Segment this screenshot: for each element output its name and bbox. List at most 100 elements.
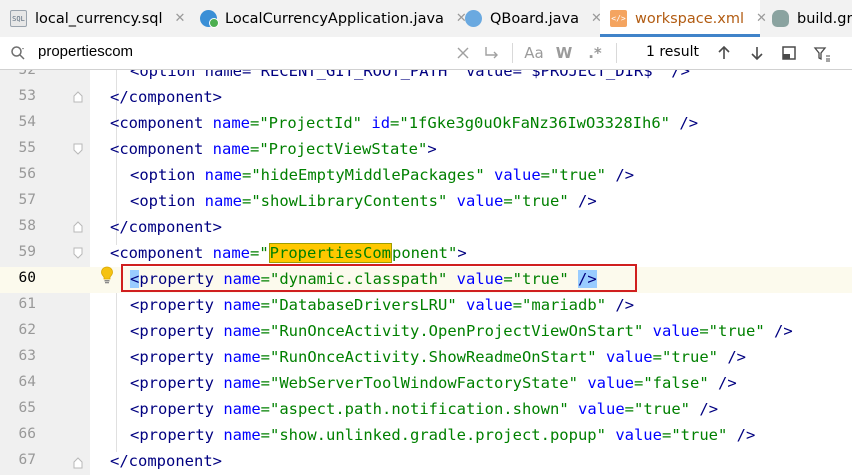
code-line: 57 <option name="showLibraryContents" va… [0,189,852,215]
code-line: 55 <component name="ProjectViewState"> [0,137,852,163]
java-class-icon [200,10,219,28]
java-class-icon [465,10,482,27]
line-number: 66 [18,426,36,442]
code-text: <option name="showLibraryContents" value… [130,192,597,210]
attr-value: true [671,348,709,366]
line-number: 55 [18,140,36,156]
attr-value: hideEmptyMiddlePackages [260,166,476,184]
code-text: </component> [110,452,222,470]
line-number: 52 [18,70,36,78]
attr-value: ProjectId [268,114,353,132]
code-text: </component> [110,218,222,236]
code-text: <property name="WebServerToolWindowFacto… [130,374,737,392]
code-line: 54 <component name="ProjectId" id="1fGke… [0,111,852,137]
attr-value: ponent [392,244,448,262]
code-text: <property name="show.unlinked.gradle.pro… [130,426,756,444]
attr-value: WebServerToolWindowFactoryState [279,374,569,392]
regex-button[interactable]: .* [584,42,606,64]
tab-local-currency-sql[interactable]: SQL local_currency.sql ✕ [10,0,185,37]
code-text: <option name="hideEmptyMiddlePackages" v… [130,166,635,184]
code-line: 52 <option name="RECENT_GIT_ROOT_PATH" v… [0,70,852,85]
code-text: </component> [110,88,222,106]
attr-value: true [717,322,756,340]
attr-value: show.unlinked.gradle.project.popup [279,426,597,444]
code-line: 58 </component> [0,215,852,241]
code-line: 67 </component> [0,449,852,475]
code-text: <property name="RunOnceActivity.ShowRead… [130,348,747,366]
line-number: 64 [18,374,36,390]
attr-value: true [522,192,560,210]
tab-qboard-java[interactable]: QBoard.java ✕ [465,0,602,37]
filter-icon[interactable] [813,45,831,63]
tab-label: QBoard.java [490,10,580,27]
match-case-button[interactable]: Aa [522,42,546,64]
code-text: <property name="RunOnceActivity.OpenProj… [130,322,793,340]
code-line: 64 <property name="WebServerToolWindowFa… [0,371,852,397]
divider [616,43,617,63]
tab-build-gradle[interactable]: build.gra [772,0,852,37]
code-text: <component name="PropertiesComponent"> [110,243,467,263]
code-text: <component name="ProjectViewState"> [110,140,437,158]
line-number: 59 [18,244,36,260]
search-input[interactable]: propertiescom [38,43,133,60]
find-bar: propertiescom Aa W .* 1 result [0,37,852,70]
xml-file-icon: </> [610,10,627,27]
line-number: 58 [18,218,36,234]
code-line: 53 </component> [0,85,852,111]
close-icon[interactable]: ✕ [756,11,767,26]
tab-label: LocalCurrencyApplication.java [225,10,444,27]
attr-value: DatabaseDriversLRU [279,296,448,314]
line-number: 63 [18,348,36,364]
clear-search-icon[interactable] [457,47,469,59]
tab-label: workspace.xml [635,10,744,27]
code-text: <option name="RECENT_GIT_ROOT_PATH" valu… [130,70,690,80]
next-occurrence-icon[interactable] [749,45,765,61]
new-line-icon[interactable] [483,45,501,61]
code-line: 63 <property name="RunOnceActivity.ShowR… [0,345,852,371]
attr-value: ProjectViewState [268,140,418,158]
editor-tab-bar: SQL local_currency.sql ✕ LocalCurrencyAp… [0,0,852,38]
attr-value: false [652,374,700,392]
lightbulb-icon[interactable] [100,266,114,284]
line-number: 62 [18,322,36,338]
code-text: <property name="aspect.path.notification… [130,400,719,418]
gradle-icon [772,10,789,27]
code-editor[interactable]: 52 <option name="RECENT_GIT_ROOT_PATH" v… [0,70,852,475]
attr-value: RunOnceActivity.ShowReadmeOnStart [279,348,588,366]
line-number: 61 [18,296,36,312]
attr-value: RunOnceActivity.OpenProjectViewOnStart [279,322,634,340]
code-line: 61 <property name="DatabaseDriversLRU" v… [0,293,852,319]
search-match-highlight: PropertiesCom [268,243,392,263]
tab-workspace-xml[interactable]: </> workspace.xml ✕ [600,0,767,37]
code-line: 62 <property name="RunOnceActivity.OpenP… [0,319,852,345]
attr-value: true [643,400,681,418]
code-text: <component name="ProjectId" id="1fGke3g0… [110,114,699,132]
whole-words-button[interactable]: W [554,42,574,64]
search-icon[interactable] [10,45,26,61]
tab-local-currency-application-java[interactable]: LocalCurrencyApplication.java ✕ [200,0,467,37]
attr-value: showLibraryContents [260,192,438,210]
attr-value: mariadb [531,296,597,314]
divider [512,43,513,63]
line-number: 56 [18,166,36,182]
close-icon[interactable]: ✕ [175,11,186,26]
code-line: 66 <property name="show.unlinked.gradle.… [0,423,852,449]
line-number: 67 [18,452,36,468]
search-result-count: 1 result [646,44,699,60]
attr-value: 1fGke3g0uOkFaNz36IwO3328Ih6 [408,114,661,132]
line-number: 53 [18,88,36,104]
attr-value: true [680,426,718,444]
code-line: 56 <option name="hideEmptyMiddlePackages… [0,163,852,189]
code-text: <property name="DatabaseDriversLRU" valu… [130,296,635,314]
highlight-annotation-box [121,264,637,292]
tab-label: local_currency.sql [35,10,163,27]
line-number: 60 [18,270,36,286]
sql-file-icon: SQL [10,10,27,27]
line-number: 65 [18,400,36,416]
line-number: 54 [18,114,36,130]
previous-occurrence-icon[interactable] [716,45,732,61]
attr-value: aspect.path.notification.shown [279,400,560,418]
select-all-occurrences-icon[interactable] [781,45,797,61]
attr-value: true [559,166,597,184]
line-number: 57 [18,192,36,208]
